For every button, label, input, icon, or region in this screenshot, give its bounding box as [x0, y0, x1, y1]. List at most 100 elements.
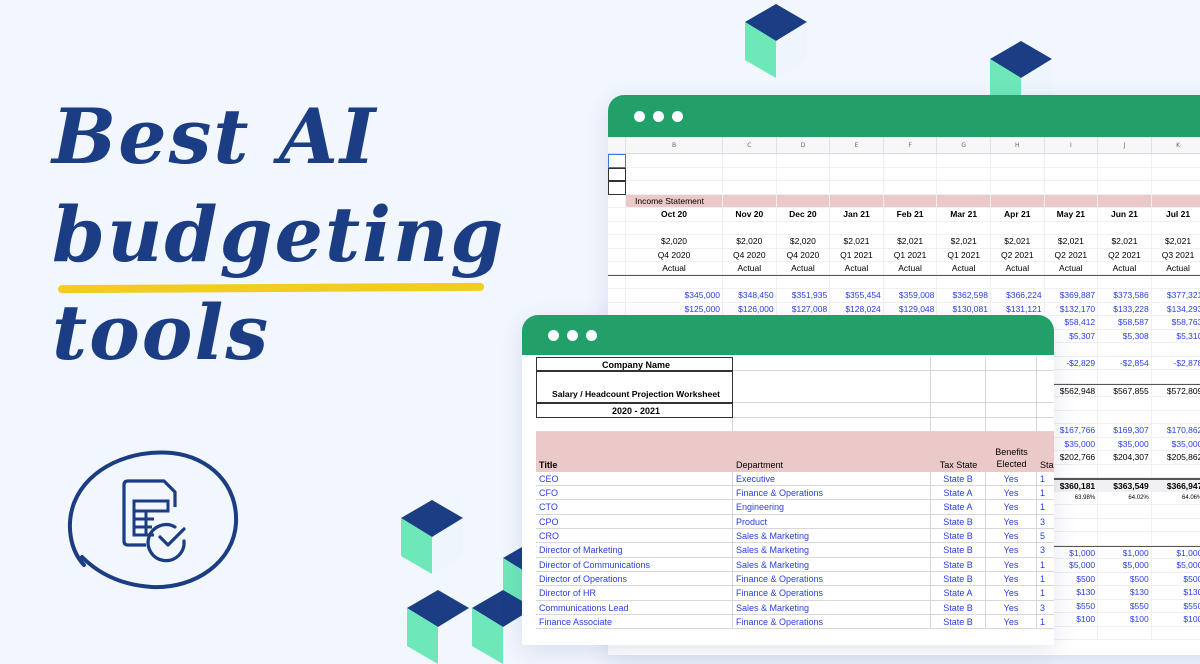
cell[interactable]: Feb 21 — [883, 208, 938, 222]
benefits-cell[interactable]: Yes — [986, 614, 1037, 630]
tax-state-cell[interactable]: State B — [931, 514, 986, 530]
cell[interactable] — [937, 221, 991, 235]
cell[interactable] — [1098, 370, 1152, 384]
department-cell[interactable]: Product — [733, 514, 931, 530]
cell[interactable]: Q4 2020 — [723, 248, 777, 262]
company-name-cell[interactable]: Company Name — [536, 357, 733, 372]
cell[interactable] — [883, 221, 938, 235]
cell[interactable] — [1151, 222, 1200, 235]
period-cell[interactable]: 2020 - 2021 — [536, 403, 733, 418]
tax-state-cell[interactable]: State B — [931, 571, 986, 587]
cell[interactable]: $130 — [1151, 586, 1200, 600]
cell[interactable] — [883, 194, 938, 208]
tax-state-cell[interactable]: State A — [931, 486, 986, 501]
cell[interactable] — [1044, 194, 1099, 208]
start-cell[interactable]: 3 — [1037, 515, 1054, 530]
cell[interactable] — [937, 194, 991, 208]
cell[interactable] — [1098, 154, 1152, 168]
cell[interactable] — [883, 275, 938, 289]
start-cell[interactable]: 1 — [1037, 472, 1054, 487]
cell[interactable] — [1037, 371, 1054, 404]
cell[interactable] — [733, 403, 931, 418]
cell[interactable] — [830, 221, 884, 235]
column-header[interactable]: G — [937, 137, 991, 153]
cell[interactable] — [733, 417, 931, 432]
cell[interactable] — [1151, 505, 1200, 519]
title-cell[interactable]: CTO — [536, 500, 733, 515]
title-cell[interactable]: Director of Communications — [536, 557, 733, 572]
column-header[interactable]: B — [626, 137, 723, 153]
cell[interactable]: Q4 2020 — [626, 248, 723, 262]
cell[interactable]: Jun 21 — [1098, 208, 1152, 222]
cell[interactable]: Mar 21 — [937, 208, 991, 222]
cell[interactable]: May 21 — [1044, 208, 1099, 222]
cell[interactable] — [931, 357, 986, 372]
cell[interactable]: $550 — [1151, 600, 1200, 613]
cell[interactable] — [723, 194, 777, 208]
cell[interactable]: $366,224 — [990, 289, 1045, 303]
cell[interactable]: Nov 20 — [723, 208, 777, 222]
window-dot-icon[interactable] — [653, 110, 664, 122]
cell[interactable] — [937, 154, 991, 168]
cell[interactable]: Jul 21 — [1151, 208, 1200, 222]
cell[interactable]: $345,000 — [626, 289, 723, 303]
cell[interactable] — [776, 181, 831, 195]
cell[interactable]: $5,000 — [1151, 559, 1200, 573]
cell[interactable] — [990, 275, 1045, 289]
cell[interactable]: $134,293 — [1151, 303, 1200, 316]
cell[interactable] — [1098, 167, 1152, 181]
cell[interactable] — [1098, 343, 1152, 357]
cell[interactable]: $127,008 — [776, 302, 831, 316]
cell[interactable] — [1098, 410, 1152, 424]
cell[interactable] — [937, 167, 991, 181]
row-header[interactable] — [608, 181, 626, 195]
cell[interactable] — [990, 221, 1045, 235]
cell[interactable]: Jan 21 — [830, 208, 884, 222]
cell[interactable]: $129,048 — [883, 302, 938, 316]
department-cell[interactable]: Finance & Operations — [733, 586, 931, 601]
cell[interactable]: $170,862 — [1151, 424, 1200, 438]
cell[interactable]: Q1 2021 — [883, 248, 938, 262]
department-cell[interactable]: Sales & Marketing — [733, 557, 931, 572]
cell[interactable]: Actual — [776, 262, 831, 275]
title-cell[interactable]: CFO — [536, 486, 733, 501]
column-header[interactable]: K — [1152, 137, 1200, 153]
cell[interactable] — [1098, 518, 1152, 532]
cell[interactable]: $500 — [1151, 573, 1200, 586]
cell[interactable]: $377,321 — [1151, 289, 1200, 303]
cell[interactable] — [536, 417, 733, 432]
cell[interactable]: $2,021 — [1044, 235, 1099, 249]
cell[interactable] — [883, 167, 938, 181]
cell[interactable] — [1098, 626, 1152, 640]
cell[interactable]: -$2,878 — [1151, 357, 1200, 370]
department-cell[interactable]: Sales & Marketing — [733, 529, 931, 544]
cell[interactable]: $2,021 — [1098, 235, 1152, 249]
corner-cell[interactable] — [608, 137, 626, 153]
cell[interactable]: $2,021 — [937, 235, 991, 249]
cell[interactable]: Oct 20 — [626, 208, 723, 222]
cell[interactable]: $348,450 — [723, 289, 777, 303]
row-header[interactable] — [608, 154, 626, 168]
cell[interactable]: $2,020 — [723, 235, 777, 249]
cell[interactable]: Actual — [990, 262, 1045, 275]
row-header[interactable] — [608, 262, 626, 275]
column-header[interactable]: F — [884, 137, 938, 153]
cell[interactable]: Actual — [723, 262, 777, 275]
cell[interactable] — [986, 403, 1037, 418]
cell[interactable]: $2,021 — [990, 235, 1045, 249]
cell[interactable]: 64.02% — [1098, 491, 1152, 505]
tax-state-cell[interactable]: State B — [931, 614, 986, 630]
cell[interactable] — [990, 154, 1045, 168]
cell[interactable]: $2,021 — [830, 235, 884, 249]
cell[interactable] — [723, 275, 777, 289]
cell[interactable]: Dec 20 — [776, 208, 831, 222]
cell[interactable] — [883, 181, 938, 195]
tax-state-cell[interactable]: State A — [931, 586, 986, 601]
benefits-cell[interactable]: Yes — [986, 586, 1037, 601]
row-header[interactable] — [608, 221, 626, 235]
title-cell[interactable]: Finance Associate — [536, 614, 733, 630]
start-cell[interactable]: 3 — [1037, 543, 1054, 558]
cell[interactable]: $572,809 — [1151, 385, 1200, 397]
cell[interactable]: $2,020 — [776, 235, 831, 249]
cell[interactable]: Q2 2021 — [990, 248, 1045, 262]
